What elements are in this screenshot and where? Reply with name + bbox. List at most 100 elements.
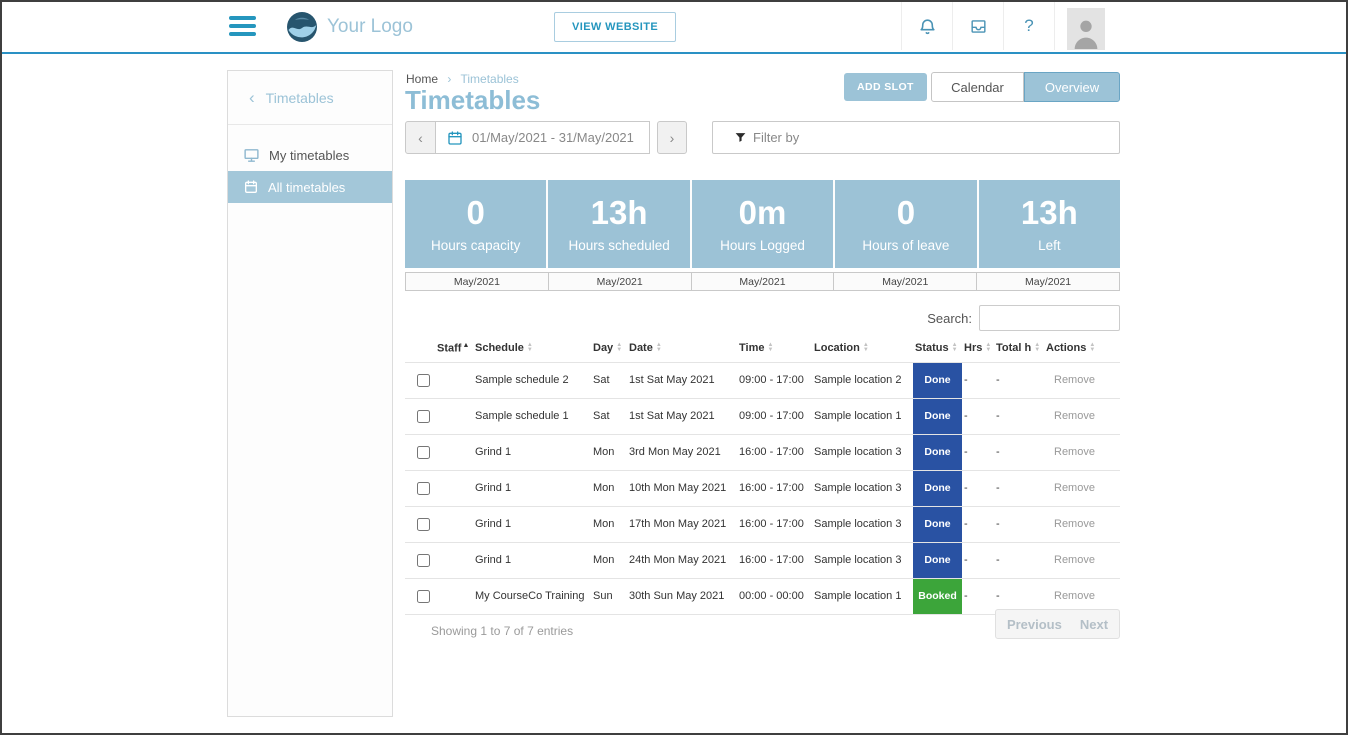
row-select-checkbox[interactable] <box>417 410 430 423</box>
sidebar-item-all-timetables[interactable]: All timetables <box>228 171 392 203</box>
column-header-total-h[interactable]: Total h▲▼ <box>994 337 1044 362</box>
overview-view-button[interactable]: Overview <box>1024 72 1120 102</box>
previous-period-button[interactable]: ‹ <box>405 121 436 154</box>
table-header-row: Staff▲ Schedule▲▼ Day▲▼ Date▲▼ Time▲▼ <box>405 337 1120 362</box>
cell-location: Sample location 1 <box>812 578 913 614</box>
sort-icon: ▲▼ <box>527 343 533 353</box>
column-header-time[interactable]: Time▲▼ <box>737 337 812 362</box>
table-row: Sample schedule 1 Sat 1st Sat May 2021 0… <box>405 398 1120 434</box>
row-select-checkbox[interactable] <box>417 518 430 531</box>
sidebar: ‹ Timetables My timetables All timetable… <box>227 70 393 717</box>
column-header-day[interactable]: Day▲▼ <box>591 337 627 362</box>
column-header-actions[interactable]: Actions▲▼ <box>1044 337 1120 362</box>
logo: Your Logo <box>286 11 413 43</box>
cell-total-hours: - <box>994 470 1044 506</box>
next-page-button[interactable]: Next <box>1071 617 1117 632</box>
status-badge: Done <box>913 471 962 506</box>
column-header-location[interactable]: Location▲▼ <box>812 337 913 362</box>
column-header-schedule[interactable]: Schedule▲▼ <box>473 337 591 362</box>
stats-period-row: May/2021 May/2021 May/2021 May/2021 May/… <box>405 272 1120 291</box>
remove-link[interactable]: Remove <box>1046 554 1095 566</box>
filter-input[interactable] <box>712 121 1120 154</box>
cell-status: Booked <box>913 578 962 614</box>
help-button[interactable]: ? <box>1003 2 1054 50</box>
remove-link[interactable]: Remove <box>1046 410 1095 422</box>
remove-link[interactable]: Remove <box>1046 374 1095 386</box>
inbox-icon <box>969 17 988 36</box>
calendar-view-button[interactable]: Calendar <box>931 72 1024 102</box>
cell-day: Mon <box>591 506 627 542</box>
cell-staff <box>435 362 473 398</box>
status-badge: Done <box>913 543 962 578</box>
cell-schedule: Grind 1 <box>473 506 591 542</box>
table-row: Grind 1 Mon 24th Mon May 2021 16:00 - 17… <box>405 542 1120 578</box>
cell-status: Done <box>913 470 962 506</box>
status-badge: Done <box>913 363 962 398</box>
cell-total-hours: - <box>994 362 1044 398</box>
cell-time: 16:00 - 17:00 <box>737 434 812 470</box>
cell-date: 3rd Mon May 2021 <box>627 434 737 470</box>
cell-staff <box>435 470 473 506</box>
sort-icon: ▲▼ <box>863 343 869 353</box>
cell-location: Sample location 3 <box>812 434 913 470</box>
sidebar-back-header[interactable]: ‹ Timetables <box>228 71 392 125</box>
hamburger-menu-icon[interactable] <box>229 16 256 36</box>
header-icons: ? <box>901 2 1117 50</box>
remove-link[interactable]: Remove <box>1046 446 1095 458</box>
stat-hours-left: 13hLeft <box>977 180 1120 268</box>
inbox-button[interactable] <box>952 2 1003 50</box>
previous-page-button[interactable]: Previous <box>998 617 1071 632</box>
date-range-picker[interactable]: 01/May/2021 - 31/May/2021 <box>435 121 650 154</box>
remove-link[interactable]: Remove <box>1046 590 1095 602</box>
cell-day: Sat <box>591 398 627 434</box>
cell-schedule: Grind 1 <box>473 434 591 470</box>
app-window: Your Logo VIEW WEBSITE ? <box>0 0 1348 735</box>
cell-select <box>405 470 435 506</box>
add-slot-button[interactable]: ADD SLOT <box>844 73 927 101</box>
column-header-hrs[interactable]: Hrs▲▼ <box>962 337 994 362</box>
column-header-select <box>405 337 435 362</box>
breadcrumb: Home › Timetables <box>406 72 519 86</box>
user-avatar[interactable] <box>1054 2 1117 50</box>
search-input[interactable] <box>979 305 1120 331</box>
cell-hrs: - <box>962 578 994 614</box>
cell-day: Mon <box>591 542 627 578</box>
notifications-button[interactable] <box>901 2 952 50</box>
cell-actions: Remove <box>1044 470 1120 506</box>
breadcrumb-home[interactable]: Home <box>406 72 438 86</box>
column-header-date[interactable]: Date▲▼ <box>627 337 737 362</box>
cell-staff <box>435 434 473 470</box>
cell-time: 16:00 - 17:00 <box>737 542 812 578</box>
person-icon <box>1069 14 1103 50</box>
table-row: Grind 1 Mon 17th Mon May 2021 16:00 - 17… <box>405 506 1120 542</box>
cell-actions: Remove <box>1044 434 1120 470</box>
sort-icon: ▲▼ <box>985 343 991 353</box>
column-header-status[interactable]: Status▲▼ <box>913 337 962 362</box>
cell-select <box>405 506 435 542</box>
row-select-checkbox[interactable] <box>417 482 430 495</box>
cell-date: 10th Mon May 2021 <box>627 470 737 506</box>
cell-hrs: - <box>962 470 994 506</box>
breadcrumb-current: Timetables <box>460 72 518 86</box>
sidebar-item-my-timetables[interactable]: My timetables <box>228 139 392 171</box>
row-select-checkbox[interactable] <box>417 590 430 603</box>
column-header-staff[interactable]: Staff▲ <box>435 337 473 362</box>
remove-link[interactable]: Remove <box>1046 482 1095 494</box>
row-select-checkbox[interactable] <box>417 446 430 459</box>
next-period-button[interactable]: › <box>657 121 687 154</box>
cell-select <box>405 398 435 434</box>
remove-link[interactable]: Remove <box>1046 518 1095 530</box>
cell-status: Done <box>913 398 962 434</box>
stat-hours-capacity: 0Hours capacity <box>405 180 546 268</box>
view-website-button[interactable]: VIEW WEBSITE <box>554 12 676 42</box>
row-select-checkbox[interactable] <box>417 554 430 567</box>
sidebar-nav: My timetables All timetables <box>228 139 392 203</box>
cell-staff <box>435 506 473 542</box>
pagination: Previous Next <box>995 609 1120 639</box>
cell-location: Sample location 3 <box>812 506 913 542</box>
cell-day: Mon <box>591 470 627 506</box>
cell-status: Done <box>913 506 962 542</box>
row-select-checkbox[interactable] <box>417 374 430 387</box>
cell-date: 1st Sat May 2021 <box>627 362 737 398</box>
search-label: Search: <box>927 311 972 326</box>
